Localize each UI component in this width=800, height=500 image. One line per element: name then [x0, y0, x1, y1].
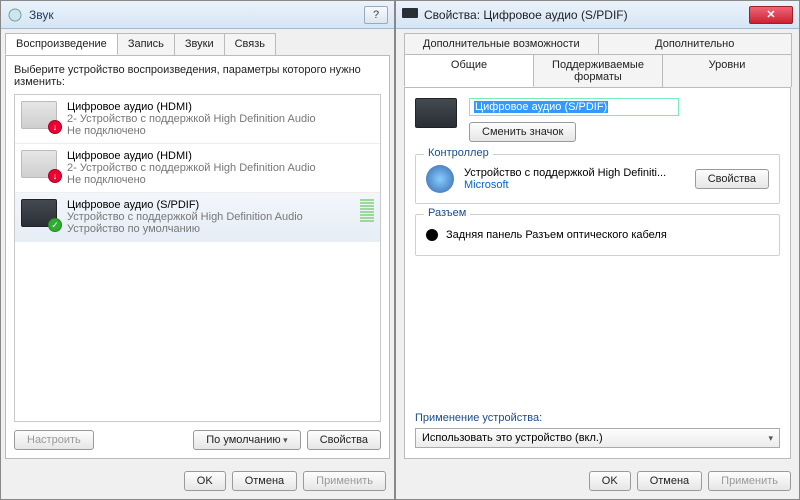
status-down-icon: ↓	[48, 120, 62, 134]
ok-button[interactable]: OK	[184, 471, 226, 491]
apply-button[interactable]: Применить	[708, 471, 791, 491]
device-info: Цифровое аудио (HDMI) 2- Устройство с по…	[67, 150, 374, 186]
tab-general[interactable]: Общие	[404, 54, 534, 87]
controller-icon	[426, 165, 454, 193]
playback-panel: Выберите устройство воспроизведения, пар…	[5, 55, 390, 459]
sound-window: Звук ? Воспроизведение Запись Звуки Связ…	[0, 0, 395, 500]
usage-label: Применение устройства:	[415, 412, 780, 424]
level-meter	[360, 199, 374, 235]
controller-name: Устройство с поддержкой High Definiti...	[464, 167, 685, 179]
tab-playback[interactable]: Воспроизведение	[5, 33, 118, 55]
cancel-button[interactable]: Отмена	[637, 471, 702, 491]
tab-advanced[interactable]: Дополнительно	[598, 33, 793, 54]
titlebar[interactable]: Свойства: Цифровое аудио (S/PDIF) ✕	[396, 1, 799, 29]
status-ok-icon: ✓	[48, 218, 62, 232]
tabs: Воспроизведение Запись Звуки Связь	[1, 29, 394, 55]
device-sub2: Не подключено	[67, 174, 374, 186]
change-icon-button[interactable]: Сменить значок	[469, 122, 576, 142]
jack-group: Разъем Задняя панель Разъем оптического …	[415, 214, 780, 256]
tab-communications[interactable]: Связь	[224, 33, 276, 55]
controller-properties-button[interactable]: Свойства	[695, 169, 769, 189]
help-button[interactable]: ?	[364, 6, 388, 24]
apply-button[interactable]: Применить	[303, 471, 386, 491]
tab-levels[interactable]: Уровни	[662, 54, 792, 87]
properties-window: Свойства: Цифровое аудио (S/PDIF) ✕ Допо…	[395, 0, 800, 500]
jack-dot-icon	[426, 229, 438, 241]
device-item[interactable]: ↓ Цифровое аудио (HDMI) 2- Устройство с …	[15, 144, 380, 193]
device-info: Цифровое аудио (HDMI) 2- Устройство с по…	[67, 101, 374, 137]
controller-legend: Контроллер	[424, 147, 493, 159]
dialog-footer: OK Отмена Применить	[1, 463, 394, 499]
titlebar[interactable]: Звук ?	[1, 1, 394, 29]
device-header: Цифровое аудио (S/PDIF) Сменить значок	[415, 98, 780, 142]
window-title: Свойства: Цифровое аудио (S/PDIF)	[424, 8, 628, 22]
usage-combo[interactable]: Использовать это устройство (вкл.)	[415, 428, 780, 448]
set-default-button[interactable]: По умолчанию	[193, 430, 300, 450]
tab-row-1: Дополнительные возможности Дополнительно	[396, 29, 799, 54]
device-name: Цифровое аудио (HDMI)	[67, 150, 374, 162]
device-info: Цифровое аудио (S/PDIF) Устройство с под…	[67, 199, 354, 235]
tab-formats[interactable]: Поддерживаемые форматы	[533, 54, 663, 87]
usage-value: Использовать это устройство (вкл.)	[422, 432, 603, 444]
device-name: Цифровое аудио (HDMI)	[67, 101, 374, 113]
monitor-icon: ↓	[21, 101, 57, 129]
controller-group: Контроллер Устройство с поддержкой High …	[415, 154, 780, 204]
device-sub2: Не подключено	[67, 125, 374, 137]
ok-button[interactable]: OK	[589, 471, 631, 491]
device-sub1: 2- Устройство с поддержкой High Definiti…	[67, 113, 374, 125]
sound-icon	[7, 7, 23, 23]
tab-row-2: Общие Поддерживаемые форматы Уровни	[396, 54, 799, 87]
device-list[interactable]: ↓ Цифровое аудио (HDMI) 2- Устройство с …	[14, 94, 381, 422]
controller-vendor-link[interactable]: Microsoft	[464, 179, 685, 191]
close-button[interactable]: ✕	[749, 6, 793, 24]
tab-enhancements[interactable]: Дополнительные возможности	[404, 33, 599, 54]
panel-buttons: Настроить По умолчанию Свойства	[14, 422, 381, 450]
device-sub1: Устройство с поддержкой High Definition …	[67, 211, 354, 223]
spdif-icon	[402, 7, 418, 23]
device-sub2: Устройство по умолчанию	[67, 223, 354, 235]
dialog-footer: OK Отмена Применить	[396, 463, 799, 499]
jack-legend: Разъем	[424, 207, 470, 219]
jack-text: Задняя панель Разъем оптического кабеля	[446, 229, 667, 241]
properties-button[interactable]: Свойства	[307, 430, 381, 450]
cancel-button[interactable]: Отмена	[232, 471, 297, 491]
device-item[interactable]: ↓ Цифровое аудио (HDMI) 2- Устройство с …	[15, 95, 380, 144]
configure-button[interactable]: Настроить	[14, 430, 94, 450]
instruction-text: Выберите устройство воспроизведения, пар…	[14, 64, 381, 88]
status-down-icon: ↓	[48, 169, 62, 183]
device-name-text: Цифровое аудио (S/PDIF)	[474, 101, 608, 113]
device-name: Цифровое аудио (S/PDIF)	[67, 199, 354, 211]
tab-recording[interactable]: Запись	[117, 33, 175, 55]
monitor-icon: ↓	[21, 150, 57, 178]
device-item-selected[interactable]: ✓ Цифровое аудио (S/PDIF) Устройство с п…	[15, 193, 380, 242]
window-title: Звук	[29, 8, 54, 22]
device-sub1: 2- Устройство с поддержкой High Definiti…	[67, 162, 374, 174]
tab-sounds[interactable]: Звуки	[174, 33, 225, 55]
device-large-icon	[415, 98, 457, 128]
device-name-input[interactable]: Цифровое аудио (S/PDIF)	[469, 98, 679, 116]
spdif-icon: ✓	[21, 199, 57, 227]
general-panel: Цифровое аудио (S/PDIF) Сменить значок К…	[404, 87, 791, 459]
device-usage: Применение устройства: Использовать это …	[415, 412, 780, 448]
